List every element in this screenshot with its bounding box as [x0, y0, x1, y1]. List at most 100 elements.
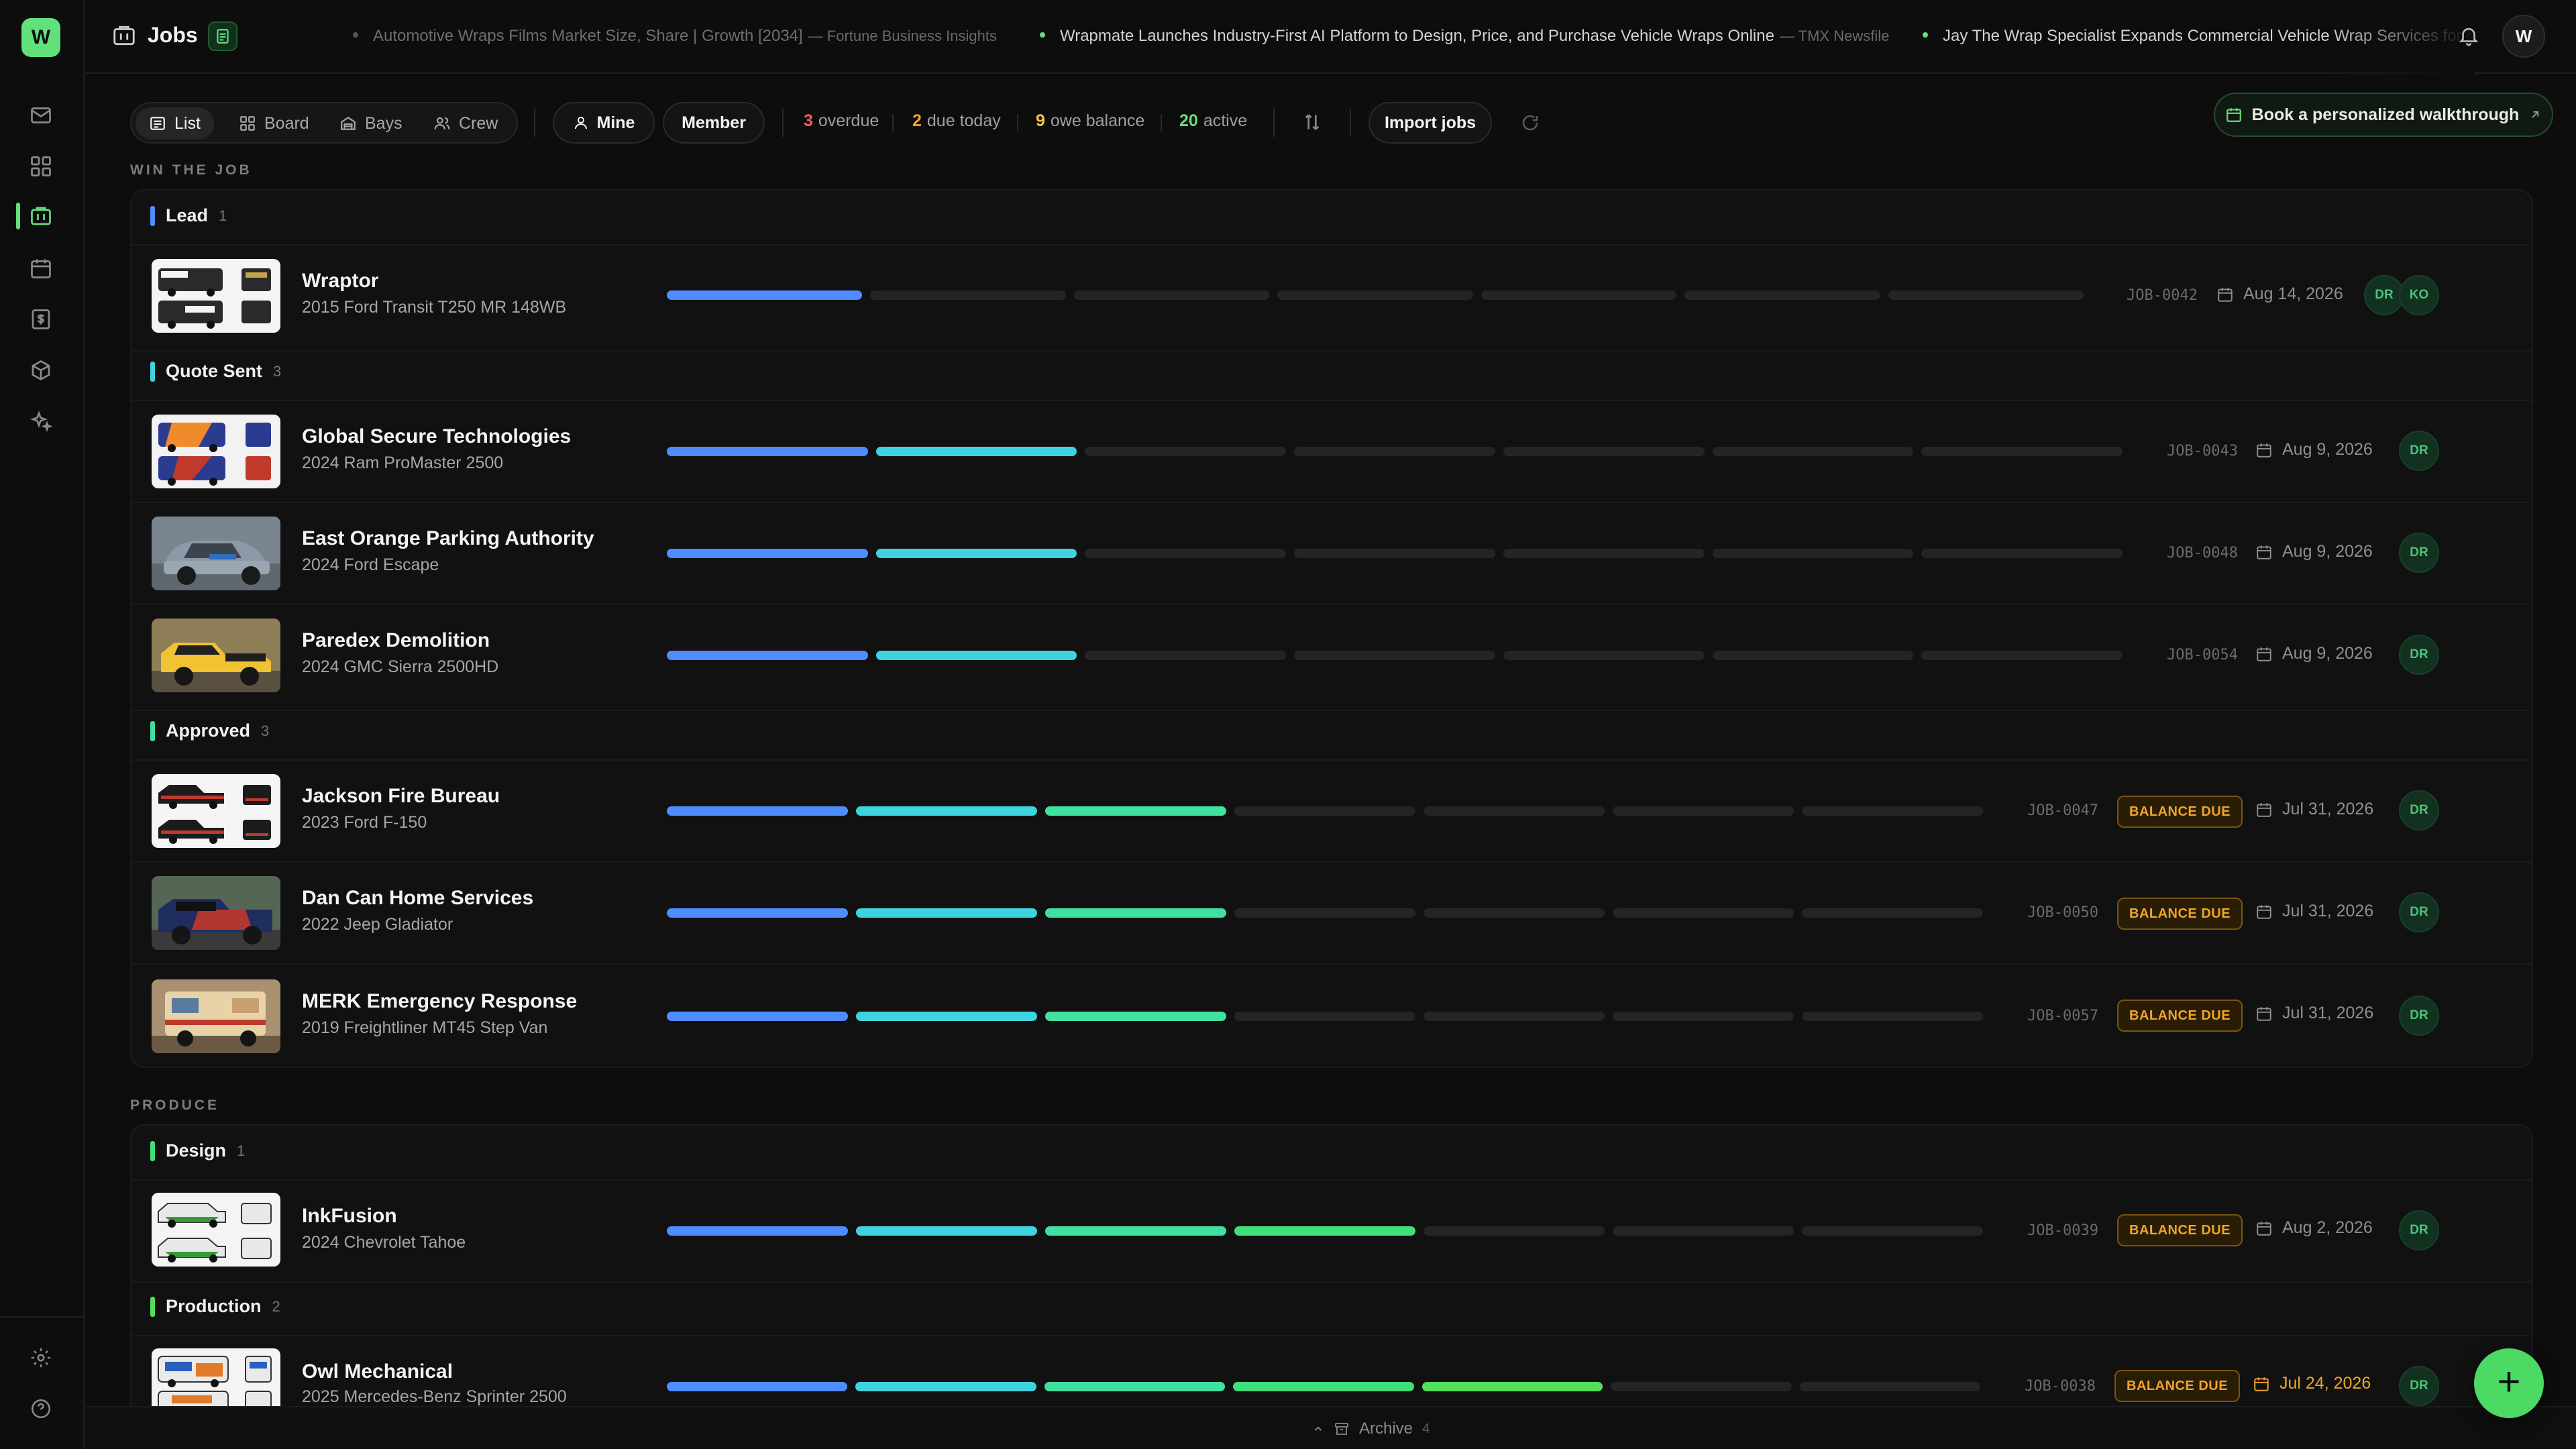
dashboard-icon[interactable]	[26, 152, 56, 181]
view-board-button[interactable]: Board	[225, 107, 323, 140]
list-icon	[149, 115, 166, 132]
view-list-button[interactable]: List	[136, 107, 214, 140]
vehicle-thumbnail[interactable]	[152, 517, 280, 590]
job-name[interactable]: Wraptor	[302, 270, 378, 292]
job-name[interactable]: Dan Can Home Services	[302, 887, 533, 910]
calendar-icon[interactable]	[26, 254, 56, 283]
stat-due-today[interactable]: 2 due today	[912, 111, 1001, 131]
refresh-icon[interactable]	[1520, 113, 1540, 133]
job-progress	[667, 290, 2084, 300]
stage-header-production[interactable]: Production 2	[150, 1296, 280, 1317]
progress-step	[1802, 806, 1983, 816]
vehicle-thumbnail[interactable]	[152, 619, 280, 692]
member-filter-button[interactable]: Member	[663, 102, 765, 144]
crew-avatar[interactable]: DR	[2399, 892, 2439, 932]
sparkles-icon[interactable]	[26, 407, 56, 436]
news-ticker: Automotive Wraps Films Market Size, Shar…	[267, 0, 2474, 74]
view-crew-button[interactable]: Crew	[420, 107, 511, 140]
invoice-icon[interactable]	[26, 305, 56, 334]
external-arrow-icon	[2528, 108, 2542, 121]
job-name[interactable]: InkFusion	[302, 1205, 397, 1228]
add-job-button[interactable]: +	[2474, 1348, 2544, 1418]
crew-avatar[interactable]: DR	[2399, 533, 2439, 573]
sheet-icon[interactable]	[208, 21, 237, 51]
jobs-icon[interactable]	[26, 201, 56, 231]
archive-toggle[interactable]: Archive 4	[1312, 1419, 1430, 1438]
app-logo[interactable]: W	[21, 18, 60, 57]
job-id: JOB-0043	[2167, 443, 2238, 460]
user-avatar[interactable]: W	[2502, 15, 2545, 58]
ticker-item[interactable]: Wrapmate Launches Industry-First AI Plat…	[1040, 27, 1889, 46]
book-walkthrough-button[interactable]: Book a personalized walkthrough	[2214, 93, 2553, 137]
win-the-job-panel	[130, 189, 2533, 1068]
crew-avatar[interactable]: DR	[2399, 635, 2439, 675]
calendar-icon	[2255, 801, 2273, 818]
help-icon[interactable]	[26, 1394, 56, 1424]
vehicle-thumbnail[interactable]	[152, 259, 280, 333]
box-icon[interactable]	[26, 356, 56, 385]
progress-step	[1294, 549, 1495, 558]
job-id: JOB-0054	[2167, 647, 2238, 663]
crew-avatar[interactable]: KO	[2399, 275, 2439, 315]
stat-overdue[interactable]: 3 overdue	[804, 111, 879, 131]
stage-header-quote-sent[interactable]: Quote Sent 3	[150, 361, 281, 382]
row-divider	[131, 502, 2532, 503]
section-label-produce: PRODUCE	[130, 1097, 220, 1113]
inbox-icon[interactable]	[26, 101, 56, 130]
vehicle-thumbnail[interactable]	[152, 415, 280, 488]
row-divider	[131, 963, 2532, 965]
stat-active[interactable]: 20 active	[1179, 111, 1247, 131]
vehicle-thumbnail[interactable]	[152, 1348, 280, 1406]
ticker-item[interactable]: Automotive Wraps Films Market Size, Shar…	[353, 27, 997, 46]
stage-header-design[interactable]: Design 1	[150, 1140, 245, 1161]
crew-avatar[interactable]: DR	[2399, 996, 2439, 1036]
progress-step	[667, 1382, 848, 1391]
balance-due-badge: BALANCE DUE	[2117, 796, 2243, 828]
crew-avatar[interactable]: DR	[2399, 431, 2439, 471]
import-jobs-button[interactable]: Import jobs	[1368, 102, 1492, 144]
crew-avatar[interactable]: DR	[2399, 790, 2439, 830]
progress-step	[1888, 290, 2084, 300]
mine-filter-button[interactable]: Mine	[553, 102, 655, 144]
progress-step	[1799, 1382, 1980, 1391]
job-name[interactable]: Global Secure Technologies	[302, 425, 571, 448]
job-name[interactable]: MERK Emergency Response	[302, 990, 577, 1013]
job-vehicle: 2019 Freightliner MT45 Step Van	[302, 1018, 548, 1037]
stat-value: 2	[912, 111, 922, 130]
job-name[interactable]: East Orange Parking Authority	[302, 527, 594, 550]
stage-header-lead[interactable]: Lead 1	[150, 205, 227, 226]
settings-icon[interactable]	[26, 1343, 56, 1373]
stat-value: 9	[1036, 111, 1045, 130]
job-name[interactable]: Paredex Demolition	[302, 629, 490, 652]
stat-value: 20	[1179, 111, 1198, 130]
progress-step	[1802, 908, 1983, 918]
vehicle-thumbnail[interactable]	[152, 979, 280, 1053]
progress-step	[1294, 651, 1495, 660]
vehicle-thumbnail[interactable]	[152, 1193, 280, 1267]
bell-icon[interactable]	[2457, 24, 2480, 47]
rail-divider	[0, 1316, 85, 1318]
job-name[interactable]: Jackson Fire Bureau	[302, 785, 500, 808]
calendar-icon	[2255, 645, 2273, 663]
sort-icon[interactable]	[1301, 111, 1323, 133]
view-bays-button[interactable]: Bays	[326, 107, 416, 140]
progress-step	[1234, 908, 1415, 918]
row-divider	[131, 1335, 2532, 1336]
calendar-icon	[2253, 1375, 2270, 1393]
vehicle-thumbnail[interactable]	[152, 876, 280, 950]
job-name[interactable]: Owl Mechanical	[302, 1360, 453, 1383]
stage-color-bar	[150, 361, 155, 382]
crew-avatar[interactable]: DR	[2399, 1210, 2439, 1250]
progress-step	[1613, 806, 1794, 816]
crew-avatar[interactable]: DR	[2364, 275, 2404, 315]
job-id: JOB-0057	[2027, 1008, 2098, 1024]
vehicle-thumbnail[interactable]	[152, 774, 280, 848]
progress-step	[1045, 908, 1226, 918]
row-divider	[131, 759, 2532, 761]
progress-step	[1613, 1226, 1794, 1236]
crew-avatar[interactable]: DR	[2399, 1366, 2439, 1406]
stage-header-approved[interactable]: Approved 3	[150, 720, 269, 741]
chevron-up-icon	[1312, 1423, 1324, 1435]
stat-owe-balance[interactable]: 9 owe balance	[1036, 111, 1144, 131]
job-id: JOB-0050	[2027, 904, 2098, 921]
